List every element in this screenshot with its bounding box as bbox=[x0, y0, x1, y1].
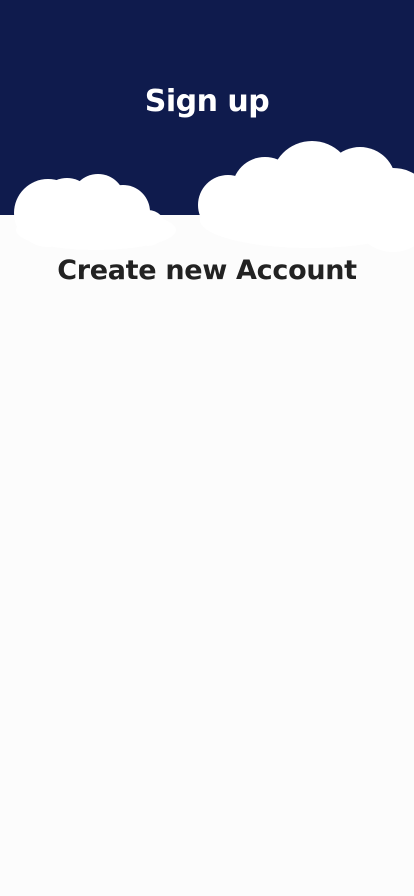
right-cloud bbox=[198, 141, 414, 252]
left-cloud bbox=[14, 174, 176, 250]
create-account-heading: Create new Account bbox=[57, 255, 357, 286]
page-title: Sign up bbox=[144, 84, 270, 119]
signup-screen: Sign up Create new Account bbox=[0, 0, 414, 896]
